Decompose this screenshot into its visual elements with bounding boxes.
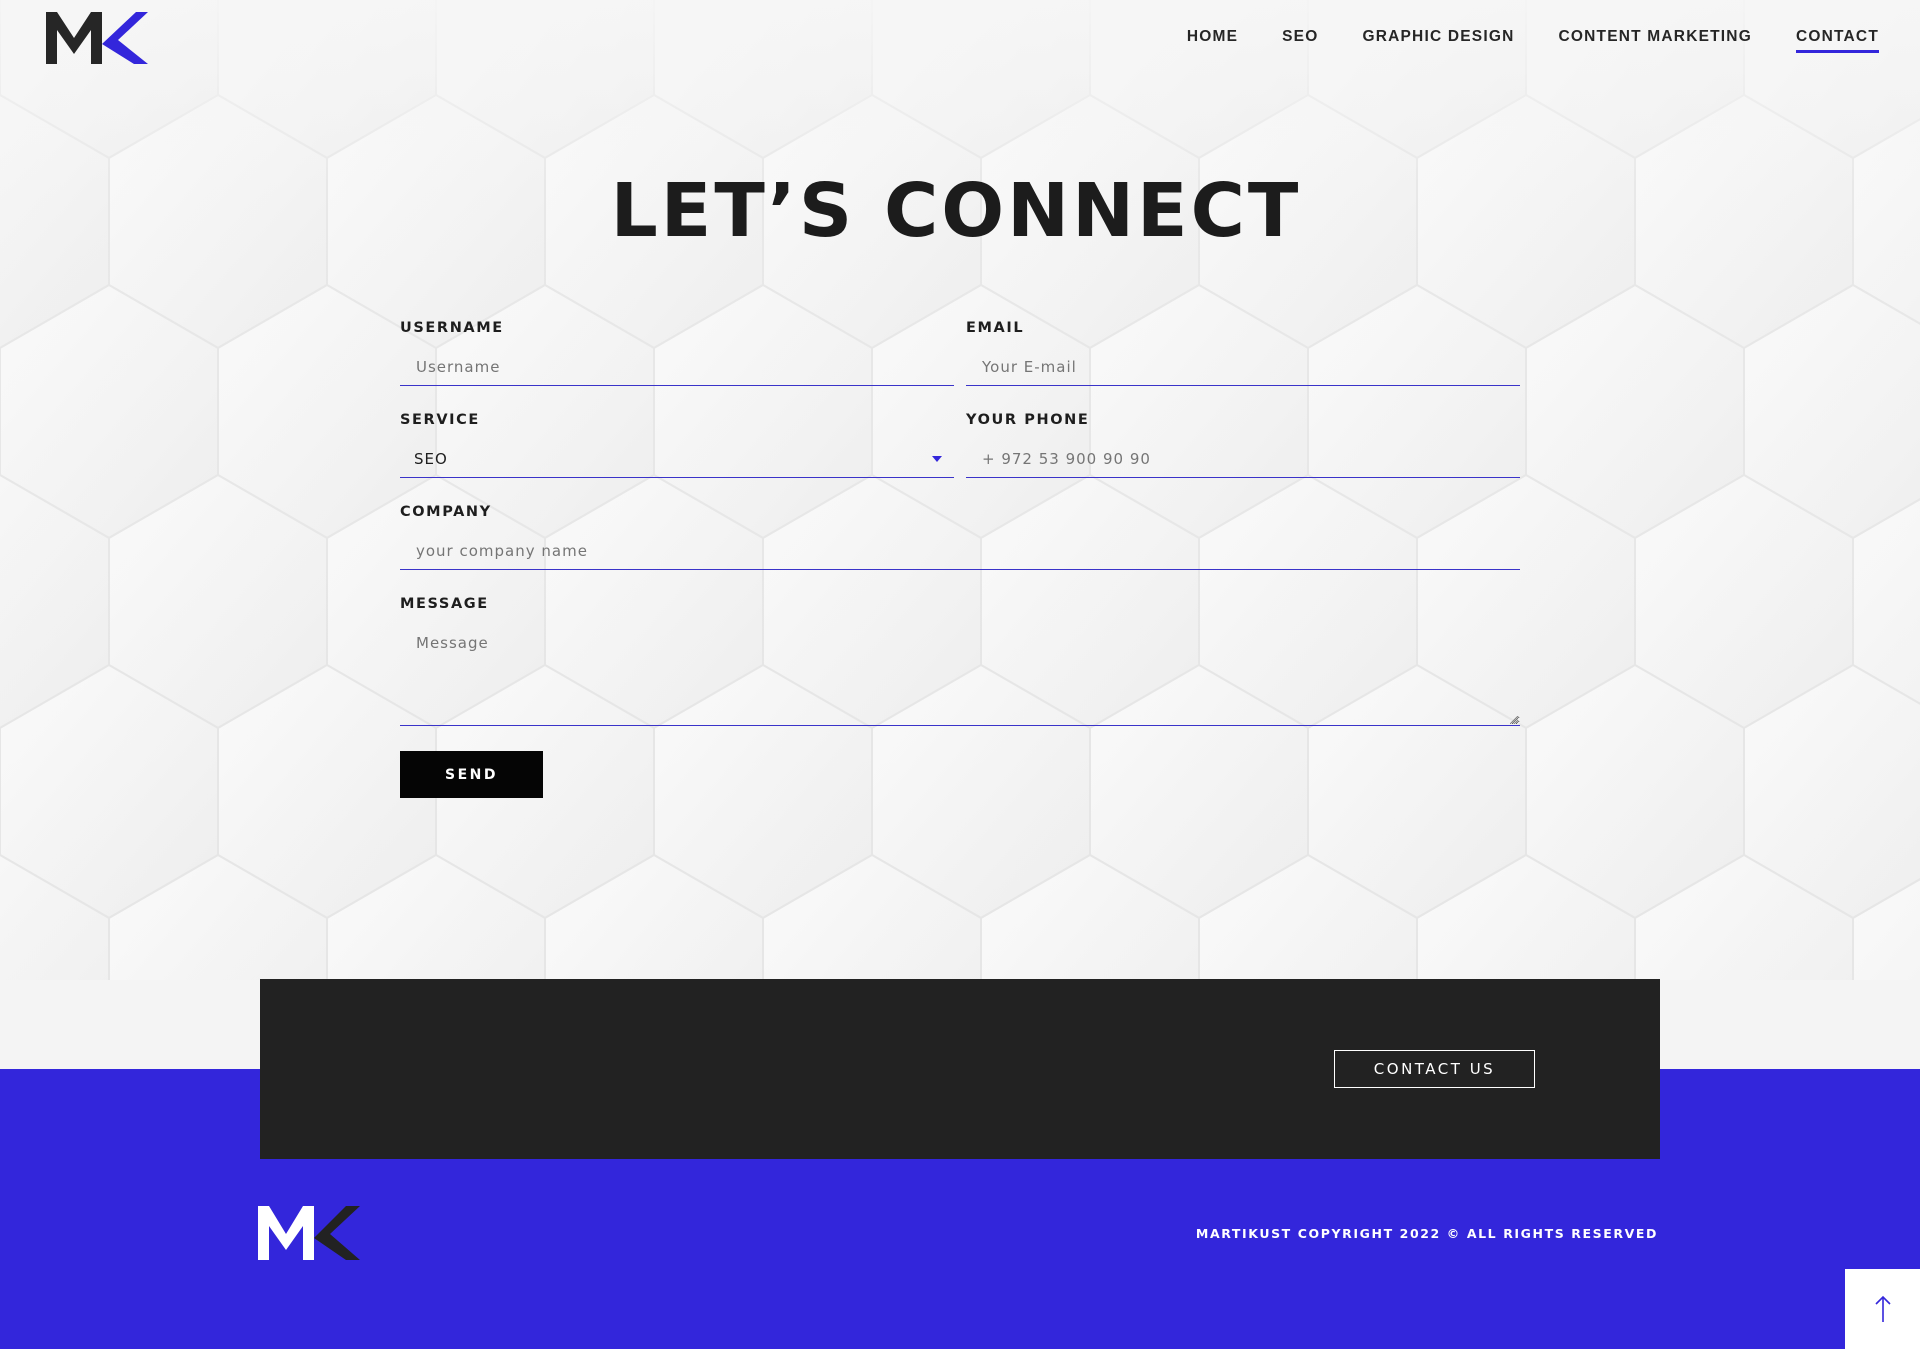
service-selected-value: SEO bbox=[414, 450, 448, 468]
email-field-group: EMAIL bbox=[966, 320, 1520, 386]
chevron-down-icon bbox=[932, 456, 942, 462]
email-input[interactable] bbox=[966, 348, 1520, 386]
arrow-up-icon bbox=[1874, 1295, 1891, 1322]
phone-label: YOUR PHONE bbox=[966, 412, 1090, 428]
service-field-group: SERVICE SEO bbox=[400, 412, 954, 478]
brand-logo[interactable] bbox=[46, 10, 148, 64]
email-label: EMAIL bbox=[966, 320, 1025, 336]
message-textarea[interactable] bbox=[400, 624, 1520, 726]
message-label: MESSAGE bbox=[400, 596, 489, 612]
footer-logo[interactable] bbox=[258, 1204, 360, 1260]
message-field-group: MESSAGE bbox=[400, 596, 1520, 726]
company-label: COMPANY bbox=[400, 504, 492, 520]
nav-item-graphic-design[interactable]: GRAPHIC DESIGN bbox=[1362, 28, 1514, 53]
nav-item-contact[interactable]: CONTACT bbox=[1795, 28, 1879, 53]
username-label: USERNAME bbox=[400, 320, 504, 336]
copyright-text: MARTIKUST COPYRIGHT 2022 © ALL RIGHTS RE… bbox=[1195, 1226, 1658, 1241]
phone-field-group: YOUR PHONE bbox=[966, 412, 1520, 478]
hexagon-background bbox=[0, 0, 1920, 980]
cta-banner: CONTACT US bbox=[260, 979, 1660, 1159]
page-title: LET’S CONNECT bbox=[610, 168, 1302, 254]
company-input[interactable] bbox=[400, 532, 1520, 570]
send-button[interactable]: SEND bbox=[400, 751, 543, 798]
main-nav: HOME SEO GRAPHIC DESIGN CONTENT MARKETIN… bbox=[1187, 28, 1879, 53]
resize-handle-icon[interactable] bbox=[1510, 716, 1518, 724]
username-input[interactable] bbox=[400, 348, 954, 386]
nav-item-content-marketing[interactable]: CONTENT MARKETING bbox=[1558, 28, 1751, 53]
contact-us-button[interactable]: CONTACT US bbox=[1334, 1050, 1535, 1088]
username-field-group: USERNAME bbox=[400, 320, 954, 386]
contact-hero: HOME SEO GRAPHIC DESIGN CONTENT MARKETIN… bbox=[0, 0, 1920, 980]
nav-item-seo[interactable]: SEO bbox=[1282, 28, 1318, 53]
service-select[interactable]: SEO bbox=[400, 440, 954, 478]
phone-input[interactable] bbox=[966, 440, 1520, 478]
nav-item-home[interactable]: HOME bbox=[1187, 28, 1238, 53]
company-field-group: COMPANY bbox=[400, 504, 1520, 570]
back-to-top-button[interactable] bbox=[1845, 1269, 1920, 1349]
service-label: SERVICE bbox=[400, 412, 480, 428]
